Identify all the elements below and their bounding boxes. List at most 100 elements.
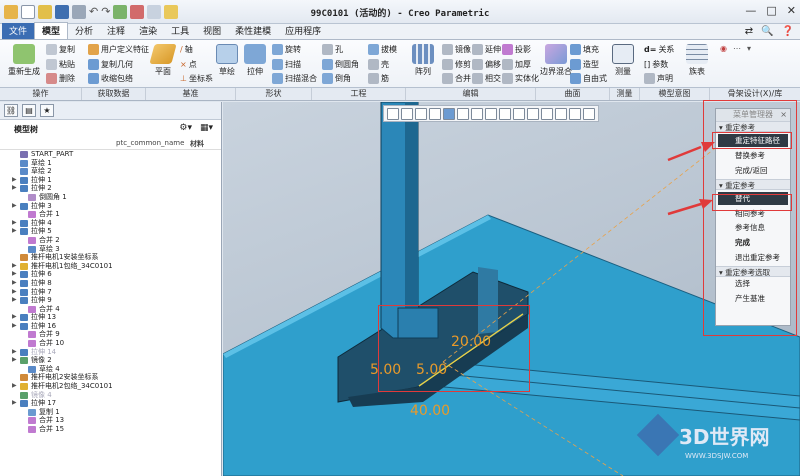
skeleton-tool-icon[interactable]: ◉ [720, 44, 727, 53]
tree-item[interactable]: ▶ 拉伸 16 [0, 322, 221, 331]
expand-arrow-icon[interactable]: ▶ [12, 322, 17, 331]
group-label-surfaces[interactable]: 曲面 [536, 88, 610, 100]
expand-arrow-icon[interactable]: ▶ [12, 382, 17, 391]
tree-item[interactable]: 合并 2 [0, 236, 221, 245]
delete-button[interactable]: 删除 [46, 73, 75, 84]
tree-item[interactable]: ▶ 拉伸 14 [0, 348, 221, 357]
family-table-button[interactable]: 族表 [686, 44, 708, 77]
expand-arrow-icon[interactable]: ▶ [12, 279, 17, 288]
tree-item[interactable]: ▶ 拉伸 3 [0, 202, 221, 211]
boundary-blend-button[interactable]: 边界混合 [540, 44, 572, 77]
restore-button[interactable]: □ [766, 4, 776, 17]
model-tree-tab-icon[interactable]: ⛓ [4, 104, 18, 117]
merge-button[interactable]: 合并 [442, 73, 471, 84]
expand-arrow-icon[interactable]: ▶ [12, 296, 17, 305]
style-button[interactable]: 造型 [570, 59, 599, 70]
menu-manager-close-icon[interactable]: × [780, 109, 787, 121]
refit-icon[interactable] [387, 107, 399, 120]
fill-button[interactable]: 填充 [570, 44, 599, 55]
solidify-button[interactable]: 实体化 [502, 73, 539, 84]
expand-arrow-icon[interactable]: ▶ [12, 176, 17, 185]
expand-arrow-icon[interactable]: ▶ [12, 288, 17, 297]
dimension-label[interactable]: 5.00 [370, 362, 401, 378]
tree-item[interactable]: 倒圆角 1 [0, 193, 221, 202]
tree-item[interactable]: 镜像 4 [0, 391, 221, 400]
tab-model[interactable]: 模型 [34, 22, 69, 39]
datum-planes-icon[interactable] [499, 107, 511, 120]
plane-button[interactable]: 平面 [149, 44, 177, 77]
tab-view[interactable]: 视图 [196, 23, 228, 39]
group-label-model-intent[interactable]: 模型意图 [640, 88, 710, 100]
point-button[interactable]: × 点 [180, 59, 197, 70]
menu-item-reference-info[interactable]: 参考信息 [716, 221, 790, 236]
model-scene[interactable]: 5.00 5.00 20.00 40.00 3D世界网 WWW.3DSJW.CO… [223, 102, 800, 476]
menu-item-alternate[interactable]: 替代 [718, 191, 788, 205]
sync-icon[interactable]: ⇄ [745, 26, 753, 37]
tree-item[interactable]: 合并 4 [0, 305, 221, 314]
column-material[interactable]: 材料 [190, 139, 204, 149]
trim-button[interactable]: 修剪 [442, 59, 471, 70]
group-label-measure[interactable]: 测量 [610, 88, 640, 100]
saved-views-icon[interactable] [457, 107, 469, 120]
menu-item-quit-reroute[interactable]: 退出重定参考 [716, 251, 790, 266]
paste-button[interactable]: 粘贴 [46, 59, 75, 70]
tree-item[interactable]: ▶ 拉伸 9 [0, 296, 221, 305]
tree-item[interactable]: ▶ 推杆电机2包络_34C0101 [0, 382, 221, 391]
zoom-out-icon[interactable] [415, 107, 427, 120]
display-style-icon[interactable] [443, 107, 455, 120]
datum-axes-icon[interactable] [513, 107, 525, 120]
project-button[interactable]: 投影 [502, 44, 531, 55]
tree-item[interactable]: ▶ 拉伸 13 [0, 313, 221, 322]
tree-settings-icon[interactable]: ⚙▾ [179, 123, 192, 133]
shell-button[interactable]: 壳 [368, 59, 389, 70]
tab-render[interactable]: 渲染 [132, 23, 164, 39]
menu-item-reroute-feature-path[interactable]: 重定特征路径 [718, 134, 788, 147]
mirror-button[interactable]: 镜像 [442, 44, 471, 55]
close-window-icon[interactable] [147, 4, 162, 19]
tree-item[interactable]: 合并 13 [0, 416, 221, 425]
menu-item-make-datum[interactable]: 产生基准 [716, 292, 790, 307]
tab-analysis[interactable]: 分析 [68, 23, 100, 39]
view-manager-icon[interactable] [471, 107, 483, 120]
group-label-engineering[interactable]: 工程 [312, 88, 406, 100]
rib-button[interactable]: 筋 [368, 73, 389, 84]
menu-item-replace-reference[interactable]: 替换参考 [716, 149, 790, 164]
favorites-tab-icon[interactable]: ★ [40, 104, 54, 117]
help-icon[interactable]: ❓ [782, 26, 794, 37]
group-label-datum[interactable]: 基准 [146, 88, 236, 100]
window-icon[interactable] [130, 4, 145, 19]
tree-item[interactable]: 草绘 2 [0, 167, 221, 176]
udf-button[interactable]: 用户定义特征 [88, 44, 149, 55]
expand-arrow-icon[interactable]: ▶ [12, 399, 17, 408]
tree-item[interactable]: ▶ 拉伸 2 [0, 184, 221, 193]
relations-button[interactable]: d= 关系 [644, 44, 674, 55]
draft-button[interactable]: 拔模 [368, 44, 397, 55]
thicken-button[interactable]: 加厚 [502, 59, 531, 70]
minimize-button[interactable]: — [745, 4, 756, 17]
print-icon[interactable] [72, 4, 86, 19]
measure-button[interactable]: 测量 [612, 44, 634, 77]
folder-icon[interactable] [164, 4, 179, 19]
extend-button[interactable]: 延伸 [472, 44, 501, 55]
extrude-button[interactable]: 拉伸 [244, 44, 266, 77]
regenerate-button[interactable]: 重新生成 [8, 44, 40, 77]
redo-icon[interactable]: ↷ [101, 5, 110, 18]
annotation-display-icon[interactable] [555, 107, 567, 120]
folder-browser-tab-icon[interactable]: ▤ [22, 104, 36, 117]
tab-tools[interactable]: 工具 [164, 23, 196, 39]
dimension-label[interactable]: 5.00 [416, 362, 447, 378]
graphics-viewport[interactable]: 5.00 5.00 20.00 40.00 3D世界网 WWW.3DSJW.CO… [223, 102, 800, 476]
declare-button[interactable]: 声明 [644, 73, 673, 84]
tree-item[interactable]: 合并 9 [0, 330, 221, 339]
close-button[interactable]: ✕ [787, 4, 796, 17]
tree-item[interactable]: 合并 15 [0, 425, 221, 434]
round-button[interactable]: 倒圆角 [322, 59, 359, 70]
tree-item[interactable]: ▶ 拉伸 7 [0, 288, 221, 297]
tab-file[interactable]: 文件 [2, 23, 35, 39]
freestyle-button[interactable]: 自由式 [570, 73, 607, 84]
group-label-skeleton[interactable]: 骨架设计(X)/库 [710, 88, 800, 100]
expand-arrow-icon[interactable]: ▶ [12, 348, 17, 357]
spin-center-icon[interactable] [569, 107, 581, 120]
group-label-shapes[interactable]: 形状 [236, 88, 312, 100]
repaint-icon[interactable] [429, 107, 441, 120]
